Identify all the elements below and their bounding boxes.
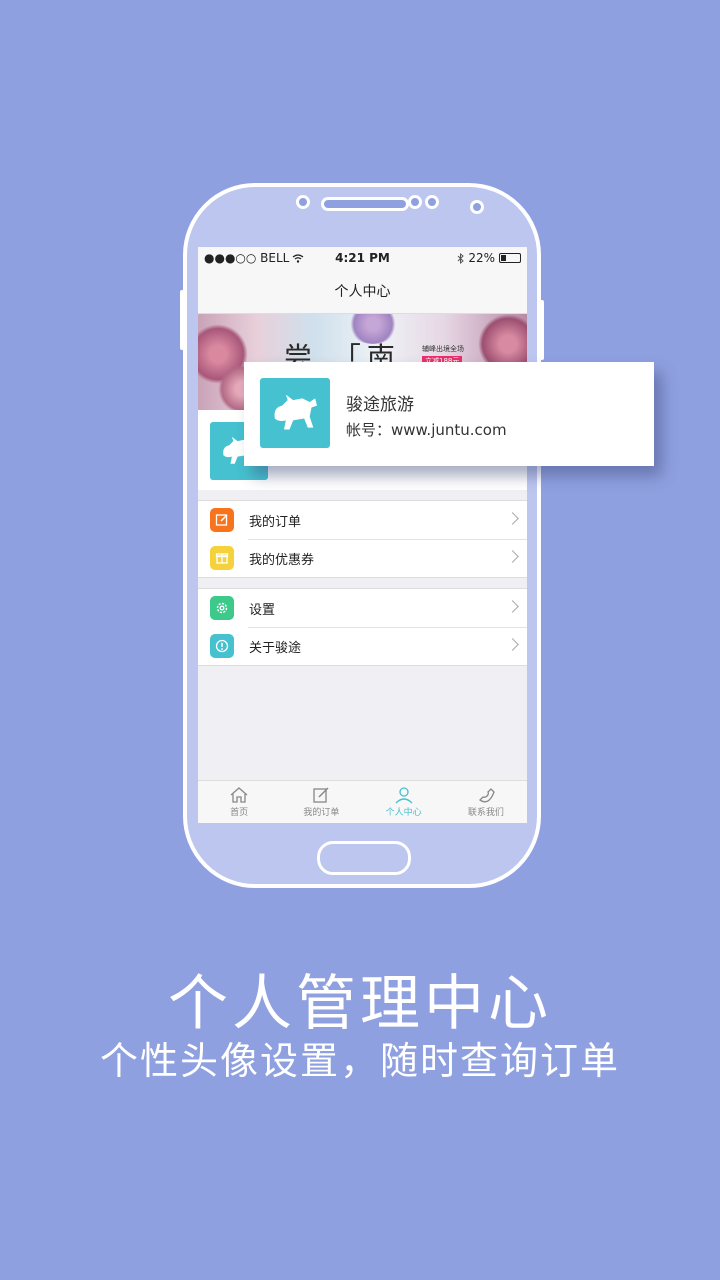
edit-icon bbox=[210, 508, 234, 532]
profile-account: 帐号：www.juntu.com bbox=[346, 421, 507, 439]
menu-item-settings[interactable]: 设置 bbox=[198, 589, 527, 627]
tab-home[interactable]: 首页 bbox=[198, 781, 280, 823]
home-icon bbox=[230, 787, 248, 803]
sensor-dot bbox=[425, 195, 439, 209]
tab-profile[interactable]: 个人中心 bbox=[363, 781, 445, 823]
profile-name: 骏途旅游 bbox=[346, 395, 414, 415]
phone-screen: ●●●○○ BELL 4:21 PM 22% 个人中心 尝 「南 辅峰出境全场 … bbox=[198, 247, 527, 823]
menu-group-2: 设置 关于骏途 bbox=[198, 588, 527, 666]
side-key bbox=[540, 300, 544, 360]
avatar[interactable] bbox=[260, 378, 330, 448]
profile-card[interactable]: 骏途旅游 帐号：www.juntu.com bbox=[244, 362, 654, 466]
menu-item-label: 设置 bbox=[249, 602, 276, 618]
chevron-right-icon bbox=[506, 512, 519, 525]
home-button bbox=[317, 841, 411, 875]
tab-label: 我的订单 bbox=[303, 808, 340, 818]
tab-label: 联系我们 bbox=[467, 808, 504, 818]
phone-icon bbox=[478, 788, 495, 803]
menu-item-label: 我的订单 bbox=[249, 514, 302, 530]
chevron-right-icon bbox=[506, 638, 519, 651]
tab-my-orders[interactable]: 我的订单 bbox=[280, 781, 362, 823]
info-icon bbox=[210, 634, 234, 658]
tab-label: 首页 bbox=[230, 808, 249, 818]
gear-icon bbox=[210, 596, 234, 620]
battery-icon bbox=[499, 253, 521, 263]
pencil-icon bbox=[313, 787, 329, 803]
chevron-right-icon bbox=[506, 600, 519, 613]
page-title: 个人中心 bbox=[334, 284, 391, 300]
front-camera bbox=[470, 200, 484, 214]
side-key bbox=[180, 290, 184, 350]
menu-item-label: 我的优惠券 bbox=[249, 552, 315, 568]
speaker-grille bbox=[321, 197, 409, 211]
menu-group-1: 我的订单 我的优惠券 bbox=[198, 500, 527, 578]
tab-contact[interactable]: 联系我们 bbox=[445, 781, 527, 823]
horse-logo-icon bbox=[274, 394, 317, 430]
gift-icon bbox=[210, 546, 234, 570]
menu-item-my-coupons[interactable]: 我的优惠券 bbox=[198, 539, 527, 577]
menu-item-about[interactable]: 关于骏途 bbox=[198, 627, 527, 665]
status-bar: ●●●○○ BELL 4:21 PM 22% bbox=[198, 247, 527, 269]
menu-item-my-orders[interactable]: 我的订单 bbox=[198, 501, 527, 539]
camera-dot bbox=[296, 195, 310, 209]
sensor-dot bbox=[408, 195, 422, 209]
nav-bar: 个人中心 bbox=[198, 269, 527, 314]
tab-bar: 首页 我的订单 个人中心 联系我们 bbox=[198, 780, 527, 823]
promo-subline: 个性头像设置，随时查询订单 bbox=[99, 1039, 620, 1083]
chevron-right-icon bbox=[506, 550, 519, 563]
user-icon bbox=[395, 787, 413, 804]
tab-label: 个人中心 bbox=[385, 808, 422, 818]
status-time: 4:21 PM bbox=[335, 251, 390, 265]
menu-item-label: 关于骏途 bbox=[249, 640, 302, 656]
promo-headline: 个人管理中心 bbox=[168, 969, 552, 1039]
